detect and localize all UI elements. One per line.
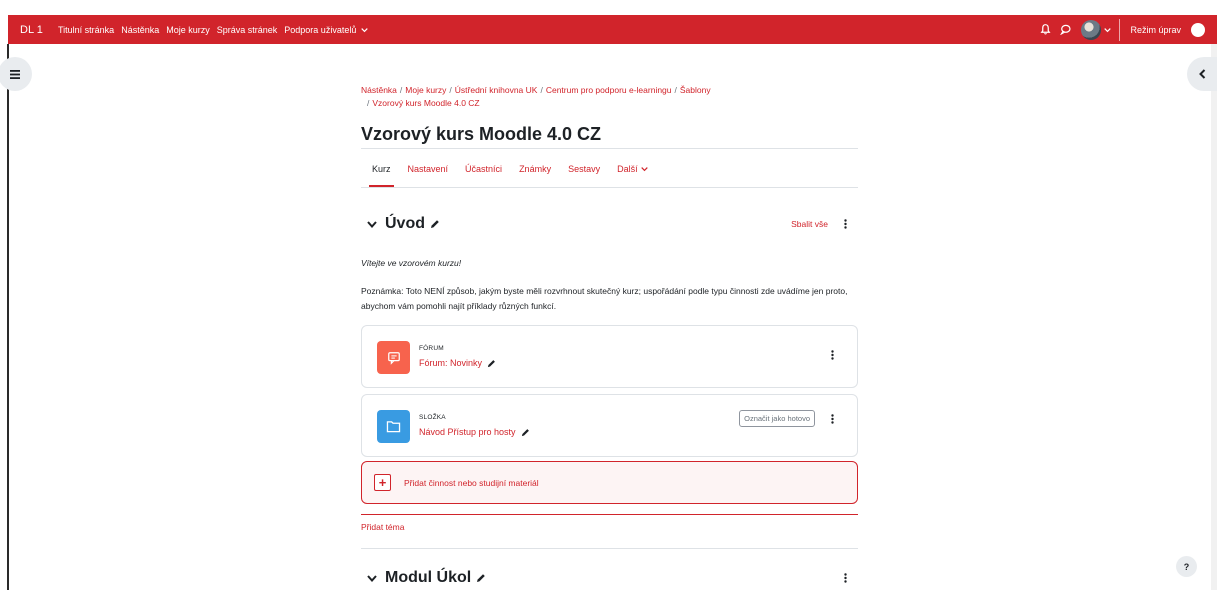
breadcrumb-item[interactable]: Centrum pro podporu e-learningu [546,85,672,95]
activity-name: Fórum: Novinky [419,358,483,368]
kebab-menu-icon[interactable] [827,412,837,426]
chevron-left-icon [1198,69,1205,79]
page-title: Vzorový kurs Moodle 4.0 CZ [361,124,602,144]
pencil-icon[interactable] [521,428,530,437]
nav-link-user-support[interactable]: Podpora uživatelů [284,25,368,35]
activity-name-link[interactable]: Návod Přístup pro hosty [419,427,530,437]
nav-link-home[interactable]: Titulní stránka [58,25,114,35]
section-header-intro: Úvod Sbalit vše [361,212,858,236]
chevron-down-icon [640,167,648,172]
course-tabs: Kurz Nastavení Účastníci Známky Sestavy … [361,151,858,187]
tab-participants[interactable]: Účastníci [465,151,502,187]
breadcrumb-separator: / [674,85,677,95]
plus-icon: + [374,474,391,491]
activity-type-label: FÓRUM [419,345,444,352]
tab-reports[interactable]: Sestavy [568,151,600,187]
section-title[interactable]: Modul Úkol [385,569,471,587]
tab-grades[interactable]: Známky [519,151,551,187]
breadcrumb: Nástěnka / Moje kurzy / Ústřední knihovna UK… [361,84,858,110]
breadcrumb-separator: / [540,85,543,95]
user-menu-chevron-icon[interactable] [1104,27,1112,33]
page-scrollbar[interactable] [1211,44,1217,590]
activity-name: Návod Přístup pro hosty [419,427,516,437]
add-topic-link[interactable]: Přidat téma [361,522,404,532]
pencil-icon[interactable] [430,219,440,229]
activity-folder: SLOŽKA Návod Přístup pro hosty Označit j… [361,394,858,457]
nav-link-user-support-label: Podpora uživatelů [284,24,357,35]
add-activity-button[interactable]: + Přidat činnost nebo studijní materiál [361,461,858,504]
section-header-assignment: Modul Úkol [361,566,858,590]
left-window-edge [7,44,9,590]
forum-icon[interactable] [377,341,410,374]
section-summary-note: Poznámka: Toto NENÍ způsob, jakým byste … [361,286,848,311]
breadcrumb-separator: / [399,85,403,95]
breadcrumb-item[interactable]: Moje kurzy [405,85,446,95]
activity-name-link[interactable]: Fórum: Novinky [419,358,496,368]
divider [361,187,858,188]
chat-bubble-icon[interactable] [1057,22,1073,38]
divider [361,148,858,149]
top-navbar: DL 1 Titulní stránka Nástěnka Moje kurzy… [8,15,1217,44]
breadcrumb-item[interactable]: Ústřední knihovna UK [455,85,538,95]
section-title[interactable]: Úvod [385,215,425,233]
chevron-down-icon [361,27,368,32]
activity-forum: FÓRUM Fórum: Novinky [361,325,858,388]
add-activity-label: Přidat činnost nebo studijní materiál [404,477,539,488]
user-avatar[interactable] [1081,19,1102,40]
breadcrumb-item[interactable]: Nástěnka [361,85,397,95]
mark-as-done-button[interactable]: Označit jako hotovo [739,410,815,427]
bell-icon[interactable] [1037,22,1053,38]
section-welcome-text: Vítejte ve vzorovém kurzu! [361,258,462,268]
collapse-all-link[interactable]: Sbalit vše [791,219,828,229]
site-brand[interactable]: DL 1 [8,24,58,36]
tab-more-label: Další [617,164,638,174]
breadcrumb-separator: / [449,85,452,95]
pencil-icon[interactable] [487,359,496,368]
breadcrumb-item[interactable]: Šablony [680,85,711,95]
tab-course[interactable]: Kurz [369,151,393,187]
nav-link-site-admin[interactable]: Správa stránek [217,25,278,35]
navbar-divider [1119,18,1121,41]
edit-mode-label: Režim úprav [1130,24,1181,35]
kebab-menu-icon[interactable] [840,217,850,231]
section-collapse-chevron-icon[interactable] [365,217,379,231]
folder-icon[interactable] [377,410,410,443]
block-drawer-button[interactable] [1187,57,1217,91]
tab-more[interactable]: Další [617,151,648,187]
breadcrumb-item-current[interactable]: Vzorový kurs Moodle 4.0 CZ [372,98,479,108]
breadcrumb-separator: / [367,98,370,108]
help-button[interactable]: ? [1176,556,1197,577]
navbar-right-tools: Režim úprav [1037,15,1217,44]
divider [361,548,858,549]
edit-mode-toggle[interactable] [1191,22,1205,37]
list-icon [10,69,20,79]
nav-link-my-courses[interactable]: Moje kurzy [166,25,210,35]
section-collapse-chevron-icon[interactable] [365,571,379,585]
pencil-icon[interactable] [476,573,486,583]
tab-settings[interactable]: Nastavení [408,151,449,187]
activity-type-label: SLOŽKA [419,414,446,421]
kebab-menu-icon[interactable] [840,571,850,585]
add-topic-divider [361,514,858,515]
nav-link-dashboard[interactable]: Nástěnka [121,25,159,35]
kebab-menu-icon[interactable] [827,348,837,362]
primary-navigation: Titulní stránka Nástěnka Moje kurzy Sprá… [58,25,375,35]
course-index-drawer-button[interactable] [0,57,32,91]
